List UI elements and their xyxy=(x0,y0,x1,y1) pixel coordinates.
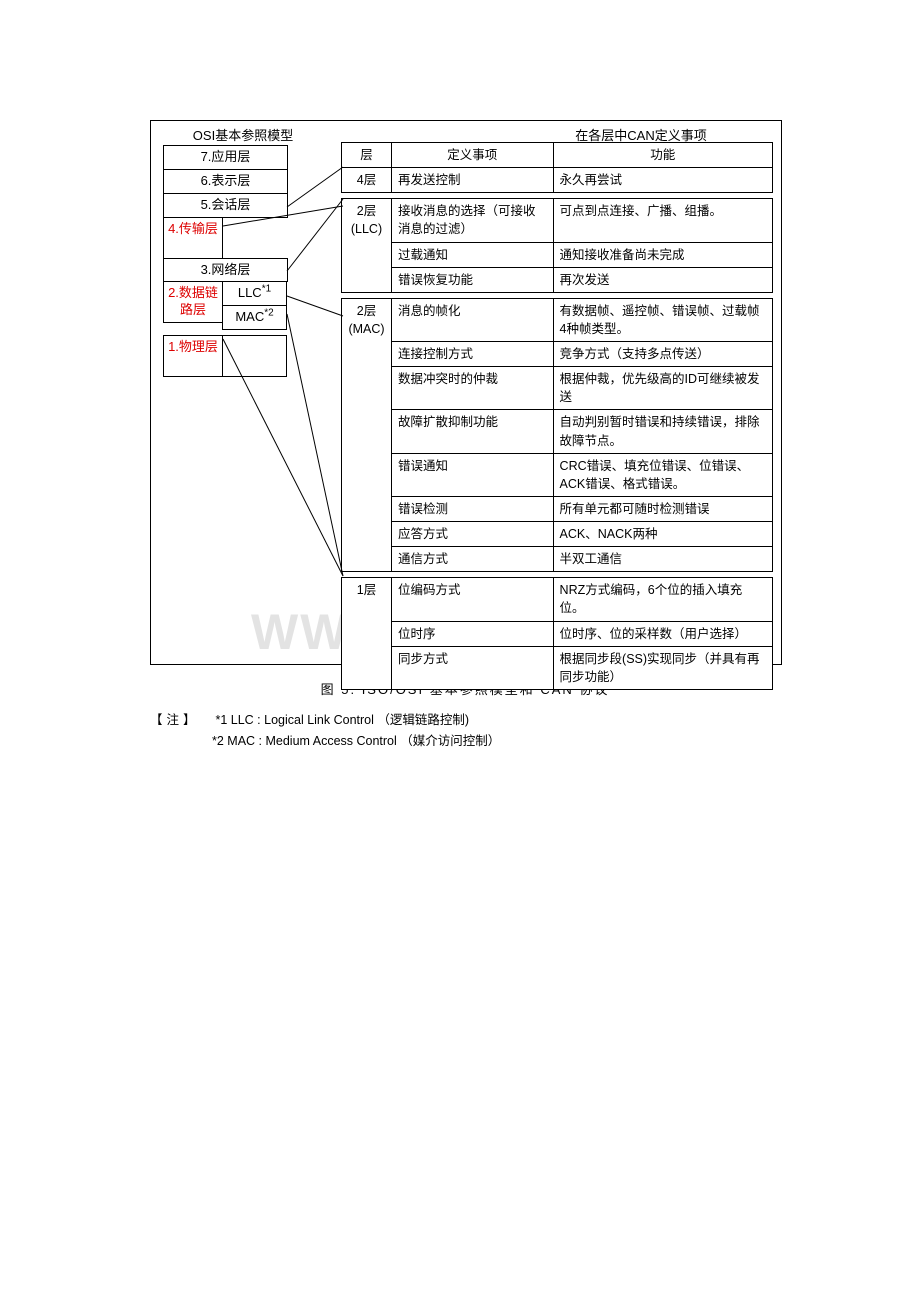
table-row: 位时序位时序、位的采样数（用户选择） xyxy=(342,621,773,646)
osi-layer-2-row: 2.数据链路层 LLC*1 MAC*2 xyxy=(163,281,323,330)
table-row: 1层位编码方式NRZ方式编码，6个位的插入填充位。 xyxy=(342,578,773,621)
table-row: 4层再发送控制永久再尝试 xyxy=(342,168,773,193)
table-row: 连接控制方式竞争方式（支持多点传送） xyxy=(342,342,773,367)
notes-block: 【注】 *1 LLC : Logical Link Control （逻辑链路控… xyxy=(150,710,780,753)
table-row: 故障扩散抑制功能自动判别暂时错误和持续错误，排除故障节点。 xyxy=(342,410,773,453)
item-cell: 位时序 xyxy=(391,621,553,646)
details-column: 层 定义事项 功能 4层再发送控制永久再尝试 2层(LLC)接收消息的选择（可接收… xyxy=(341,142,773,690)
func-cell: 自动判别暂时错误和持续错误，排除故障节点。 xyxy=(553,410,772,453)
table-header-row: 层 定义事项 功能 xyxy=(342,143,773,168)
item-cell: 错误恢复功能 xyxy=(391,267,553,292)
item-cell: 消息的帧化 xyxy=(391,298,553,341)
table-row: 过载通知通知接收准备尚未完成 xyxy=(342,242,773,267)
osi-layer-2: 2.数据链路层 xyxy=(163,281,223,323)
func-cell: 可点到点连接、广播、组播。 xyxy=(553,199,772,242)
item-cell: 位编码方式 xyxy=(391,578,553,621)
table-row: 通信方式半双工通信 xyxy=(342,547,773,572)
osi-layer-3: 3.网络层 xyxy=(163,258,288,283)
details-table: 层 定义事项 功能 4层再发送控制永久再尝试 2层(LLC)接收消息的选择（可接收… xyxy=(341,142,773,690)
table-row: 错误通知CRC错误、填充位错误、位错误、ACK错误、格式错误。 xyxy=(342,453,773,496)
func-cell: 位时序、位的采样数（用户选择） xyxy=(553,621,772,646)
item-cell: 再发送控制 xyxy=(391,168,553,193)
item-cell: 错误检测 xyxy=(391,496,553,521)
func-cell: NRZ方式编码，6个位的插入填充位。 xyxy=(553,578,772,621)
osi-layer-2-llc: LLC*1 xyxy=(222,281,287,306)
diagram-container: WWW. OSI基本参照模型 7.应用层 6.表示层 5.会话层 4.传输层 3… xyxy=(150,120,782,665)
table-row: 错误恢复功能再次发送 xyxy=(342,267,773,292)
item-cell: 错误通知 xyxy=(391,453,553,496)
layer-cell: 4层 xyxy=(342,168,392,193)
item-cell: 故障扩散抑制功能 xyxy=(391,410,553,453)
item-cell: 数据冲突时的仲裁 xyxy=(391,367,553,410)
item-cell: 同步方式 xyxy=(391,646,553,689)
osi-layer-1: 1.物理层 xyxy=(163,335,223,377)
layer-cell: 1层 xyxy=(342,578,392,690)
func-cell: 有数据帧、遥控帧、错误帧、过载帧4种帧类型。 xyxy=(553,298,772,341)
note-2: *2 MAC : Medium Access Control （媒介访问控制） xyxy=(212,731,780,752)
item-cell: 过载通知 xyxy=(391,242,553,267)
table-row: 2层(MAC)消息的帧化有数据帧、遥控帧、错误帧、过载帧4种帧类型。 xyxy=(342,298,773,341)
osi-layer-5: 5.会话层 xyxy=(163,193,288,218)
osi-title: OSI基本参照模型 xyxy=(163,125,323,144)
func-cell: CRC错误、填充位错误、位错误、ACK错误、格式错误。 xyxy=(553,453,772,496)
header-func: 功能 xyxy=(553,143,772,168)
osi-column: OSI基本参照模型 7.应用层 6.表示层 5.会话层 4.传输层 3.网络层 … xyxy=(163,125,323,376)
func-cell: 通知接收准备尚未完成 xyxy=(553,242,772,267)
item-cell: 通信方式 xyxy=(391,547,553,572)
func-cell: 半双工通信 xyxy=(553,547,772,572)
item-cell: 连接控制方式 xyxy=(391,342,553,367)
item-cell: 接收消息的选择（可接收消息的过滤） xyxy=(391,199,553,242)
func-cell: 根据仲裁，优先级高的ID可继续被发送 xyxy=(553,367,772,410)
layer-cell: 2层(MAC) xyxy=(342,298,392,572)
item-cell: 应答方式 xyxy=(391,522,553,547)
func-cell: 永久再尝试 xyxy=(553,168,772,193)
func-cell: 所有单元都可随时检测错误 xyxy=(553,496,772,521)
table-row: 错误检测所有单元都可随时检测错误 xyxy=(342,496,773,521)
osi-layer-7: 7.应用层 xyxy=(163,145,288,170)
table-row: 2层(LLC)接收消息的选择（可接收消息的过滤）可点到点连接、广播、组播。 xyxy=(342,199,773,242)
layer-cell: 2层(LLC) xyxy=(342,199,392,293)
osi-layer-2-mac: MAC*2 xyxy=(222,305,287,330)
table-row: 数据冲突时的仲裁根据仲裁，优先级高的ID可继续被发送 xyxy=(342,367,773,410)
table-row: 同步方式根据同步段(SS)实现同步（并具有再同步功能） xyxy=(342,646,773,689)
osi-layer-4: 4.传输层 xyxy=(163,217,223,259)
header-layer: 层 xyxy=(342,143,392,168)
notes-label: 【注】 xyxy=(150,710,212,731)
func-cell: 再次发送 xyxy=(553,267,772,292)
func-cell: ACK、NACK两种 xyxy=(553,522,772,547)
func-cell: 竞争方式（支持多点传送） xyxy=(553,342,772,367)
func-cell: 根据同步段(SS)实现同步（并具有再同步功能） xyxy=(553,646,772,689)
header-item: 定义事项 xyxy=(391,143,553,168)
osi-layer-6: 6.表示层 xyxy=(163,169,288,194)
note-1: *1 LLC : Logical Link Control （逻辑链路控制) xyxy=(215,713,469,727)
table-row: 应答方式ACK、NACK两种 xyxy=(342,522,773,547)
osi-layer-1-row: 1.物理层 xyxy=(163,335,323,377)
